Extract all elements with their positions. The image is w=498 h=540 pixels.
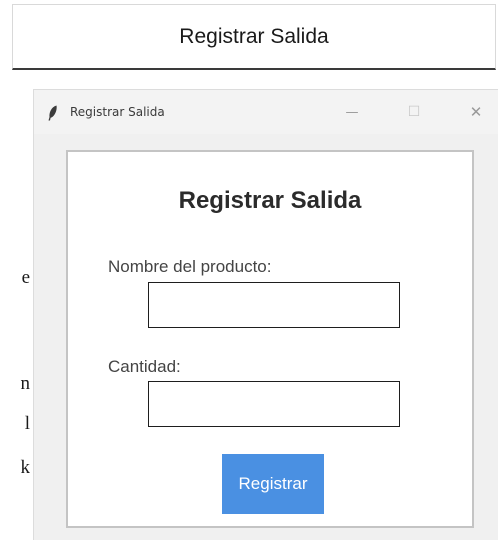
minimize-icon: —: [345, 104, 359, 120]
feather-icon: [48, 105, 57, 121]
close-button[interactable]: ✕: [460, 98, 492, 126]
form-heading: Registrar Salida: [178, 187, 362, 214]
maximize-button[interactable]: ☐: [398, 98, 430, 126]
clipped-text-fragment: l: [24, 413, 30, 434]
product-name-label: Nombre del producto:: [108, 257, 272, 276]
clipped-text-fragment: e: [21, 267, 30, 288]
close-icon: ✕: [469, 103, 483, 121]
minimize-button[interactable]: —: [336, 98, 368, 126]
maximize-icon: ☐: [407, 104, 421, 120]
quantity-label: Cantidad:: [108, 357, 181, 376]
product-name-input[interactable]: [148, 282, 400, 328]
window-titlebar[interactable]: Registrar Salida — ☐ ✕: [34, 90, 498, 134]
clipped-text-fragment: n: [20, 373, 31, 394]
form-panel: Registrar Salida Nombre del producto: Ca…: [66, 150, 474, 528]
quantity-input[interactable]: [148, 381, 400, 427]
window-title: Registrar Salida: [70, 105, 165, 119]
registrar-button[interactable]: Registrar: [222, 454, 324, 514]
registrar-salida-page-button[interactable]: Registrar Salida: [12, 4, 496, 70]
clipped-text-fragment: k: [20, 457, 31, 478]
registrar-salida-window: Registrar Salida — ☐ ✕ Registrar Salida …: [34, 90, 498, 540]
